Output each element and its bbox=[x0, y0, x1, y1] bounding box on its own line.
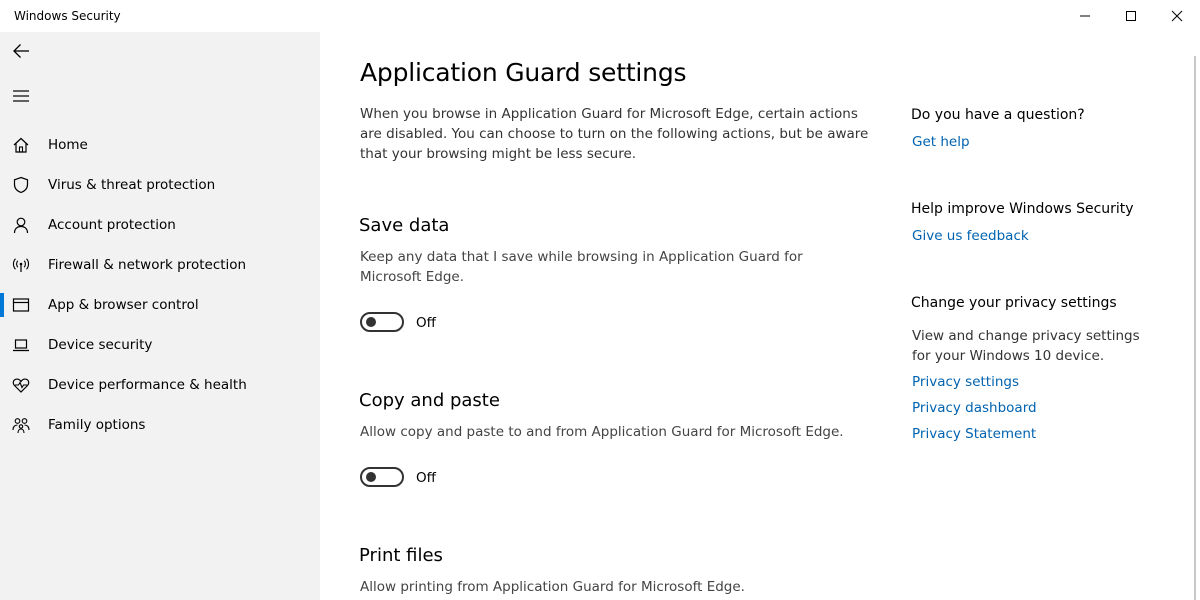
person-icon bbox=[11, 215, 31, 235]
toggle-knob bbox=[366, 317, 376, 327]
back-button[interactable] bbox=[8, 38, 34, 64]
sidebar-item-account-protection[interactable]: Account protection bbox=[0, 205, 320, 245]
window-title: Windows Security bbox=[14, 9, 121, 23]
privacy-description: View and change privacy settings for you… bbox=[912, 328, 1140, 364]
save-data-description: Keep any data that I save while browsing… bbox=[360, 249, 803, 285]
maximize-button[interactable] bbox=[1108, 0, 1154, 32]
get-help-link[interactable]: Get help bbox=[912, 134, 970, 150]
privacy-heading: Change your privacy settings bbox=[911, 295, 1117, 311]
sidebar-item-device-security[interactable]: Device security bbox=[0, 325, 320, 365]
page-title: Application Guard settings bbox=[360, 58, 687, 87]
copy-paste-toggle[interactable] bbox=[360, 467, 404, 487]
minimize-button[interactable] bbox=[1062, 0, 1108, 32]
back-arrow-icon bbox=[13, 44, 29, 58]
home-icon bbox=[11, 135, 31, 155]
sidebar-item-firewall[interactable]: Firewall & network protection bbox=[0, 245, 320, 285]
privacy-settings-link[interactable]: Privacy settings bbox=[912, 374, 1019, 390]
antenna-icon bbox=[11, 255, 31, 275]
sidebar-item-label: App & browser control bbox=[48, 297, 199, 313]
sidebar-item-label: Device performance & health bbox=[48, 377, 247, 393]
privacy-statement-link[interactable]: Privacy Statement bbox=[912, 426, 1036, 442]
close-button[interactable] bbox=[1154, 0, 1200, 32]
maximize-icon bbox=[1126, 11, 1136, 21]
save-data-toggle[interactable] bbox=[360, 312, 404, 332]
improve-heading: Help improve Windows Security bbox=[911, 201, 1134, 217]
save-data-toggle-state: Off bbox=[416, 315, 436, 331]
sidebar-item-virus-threat[interactable]: Virus & threat protection bbox=[0, 165, 320, 205]
sidebar-item-home[interactable]: Home bbox=[0, 125, 320, 165]
sidebar: Home Virus & threat protection Account p… bbox=[0, 32, 320, 600]
toggle-knob bbox=[366, 472, 376, 482]
copy-paste-description: Allow copy and paste to and from Applica… bbox=[360, 424, 844, 440]
heart-pulse-icon bbox=[11, 375, 31, 395]
intro-text: When you browse in Application Guard for… bbox=[360, 106, 869, 162]
active-indicator bbox=[0, 293, 4, 317]
shield-icon bbox=[11, 175, 31, 195]
question-heading: Do you have a question? bbox=[911, 107, 1085, 123]
sidebar-item-device-performance[interactable]: Device performance & health bbox=[0, 365, 320, 405]
scrollbar[interactable] bbox=[1194, 56, 1196, 600]
print-files-description: Allow printing from Application Guard fo… bbox=[360, 579, 745, 595]
hamburger-icon bbox=[13, 90, 29, 102]
sidebar-item-label: Virus & threat protection bbox=[48, 177, 216, 193]
sidebar-item-label: Account protection bbox=[48, 217, 176, 233]
title-bar: Windows Security bbox=[0, 0, 1200, 32]
laptop-icon bbox=[11, 335, 31, 355]
sidebar-item-label: Home bbox=[48, 137, 88, 153]
family-icon bbox=[11, 415, 31, 435]
save-data-heading: Save data bbox=[359, 215, 450, 236]
sidebar-item-label: Firewall & network protection bbox=[48, 257, 247, 273]
give-feedback-link[interactable]: Give us feedback bbox=[912, 228, 1029, 244]
sidebar-item-app-browser-control[interactable]: App & browser control bbox=[0, 285, 320, 325]
sidebar-item-family-options[interactable]: Family options bbox=[0, 405, 320, 445]
print-files-heading: Print files bbox=[359, 545, 443, 566]
minimize-icon bbox=[1080, 15, 1090, 17]
copy-paste-toggle-state: Off bbox=[416, 470, 436, 486]
browser-window-icon bbox=[11, 295, 31, 315]
menu-button[interactable] bbox=[8, 83, 34, 109]
sidebar-item-label: Device security bbox=[48, 337, 153, 353]
sidebar-item-label: Family options bbox=[48, 417, 146, 433]
privacy-dashboard-link[interactable]: Privacy dashboard bbox=[912, 400, 1037, 416]
copy-paste-heading: Copy and paste bbox=[359, 390, 500, 411]
close-icon bbox=[1171, 10, 1183, 22]
